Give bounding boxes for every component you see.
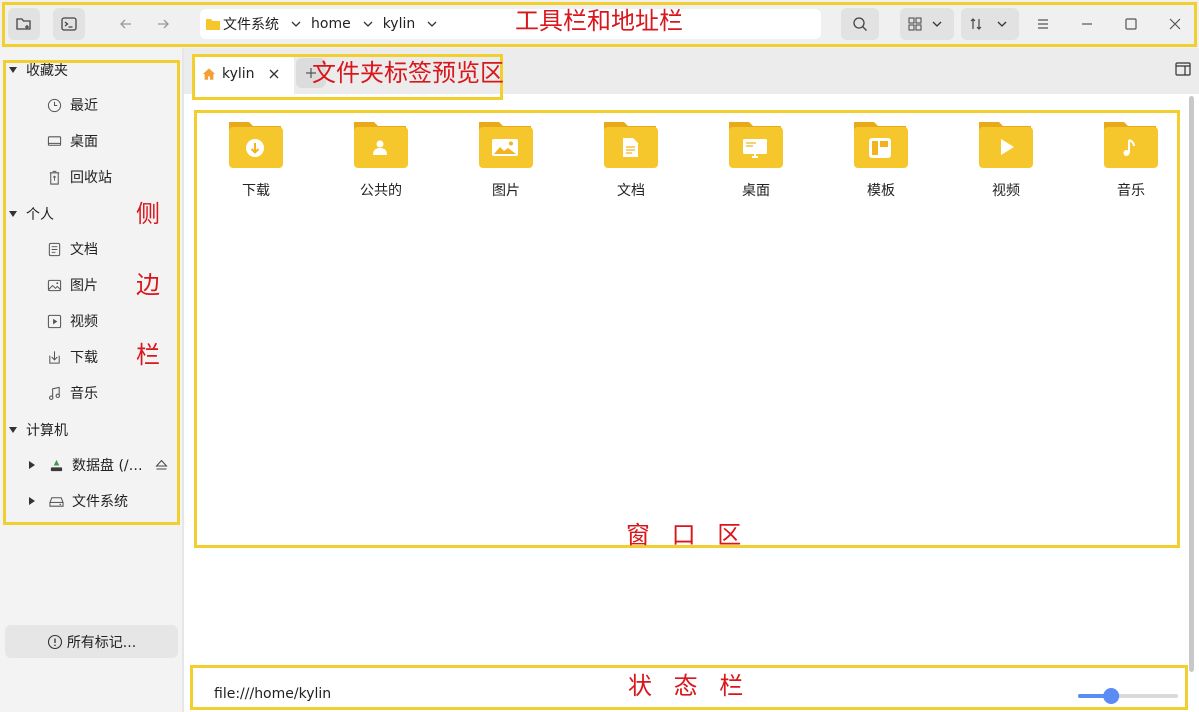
annotation-label-window: 窗 口 区 xyxy=(626,521,742,549)
sidebar-divider xyxy=(182,48,184,712)
all-tags-button[interactable]: 所有标记... xyxy=(5,625,178,658)
annotation-label-statusbar: 状 态 栏 xyxy=(628,672,744,700)
all-tags-label: 所有标记... xyxy=(66,634,137,651)
annotation-box-window xyxy=(194,110,1180,548)
annotation-label-sidebar-2: 边 xyxy=(136,271,160,299)
annotation-label-toolbar: 工具栏和地址栏 xyxy=(515,7,683,35)
preview-toggle-button[interactable] xyxy=(1175,62,1191,76)
info-circle-icon xyxy=(47,634,62,649)
vertical-scrollbar[interactable] xyxy=(1189,96,1194,672)
split-view-icon xyxy=(1175,62,1191,76)
annotation-label-tabs: 文件夹标签预览区 xyxy=(312,59,504,87)
annotation-label-sidebar-3: 栏 xyxy=(136,341,160,369)
annotation-label-sidebar-1: 侧 xyxy=(136,200,160,228)
